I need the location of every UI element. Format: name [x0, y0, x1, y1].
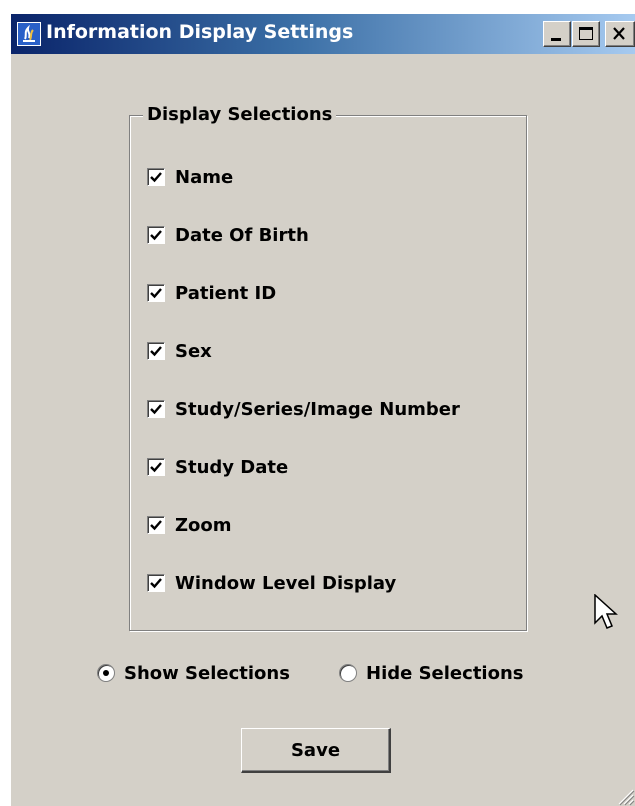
checkmark-icon [150, 462, 162, 473]
checkbox-date-of-birth[interactable]: Date Of Birth [147, 224, 309, 246]
checkbox-box[interactable] [147, 168, 165, 186]
radio-label: Show Selections [124, 662, 290, 684]
minimize-icon [551, 38, 561, 41]
minimize-button[interactable] [543, 21, 571, 47]
checkmark-icon [150, 404, 162, 415]
checkbox-label: Window Level Display [175, 572, 397, 594]
checkbox-sex[interactable]: Sex [147, 340, 212, 362]
radio-button[interactable] [97, 664, 115, 682]
checkmark-icon [150, 520, 162, 531]
checkmark-icon [150, 578, 162, 589]
radio-label: Hide Selections [366, 662, 524, 684]
java-app-icon[interactable] [17, 22, 41, 46]
save-button[interactable]: Save [241, 728, 391, 773]
radio-selected-dot [103, 670, 109, 676]
checkbox-label: Patient ID [175, 282, 277, 304]
checkbox-name[interactable]: Name [147, 166, 233, 188]
checkbox-label: Name [175, 166, 234, 188]
hide-selections-radio[interactable]: Hide Selections [339, 662, 523, 684]
checkmark-icon [150, 172, 162, 183]
window-title: Information Display Settings [46, 21, 354, 43]
settings-window: Information Display Settings Display Sel… [11, 14, 635, 806]
maximize-button[interactable] [572, 21, 600, 47]
checkbox-label: Date Of Birth [175, 224, 309, 246]
checkbox-box[interactable] [147, 226, 165, 244]
title-bar[interactable]: Information Display Settings [11, 14, 635, 54]
checkbox-label: Study/Series/Image Number [175, 398, 460, 420]
checkbox-box[interactable] [147, 284, 165, 302]
checkbox-label: Study Date [175, 456, 289, 478]
checkbox-box[interactable] [147, 516, 165, 534]
checkmark-icon [150, 230, 162, 241]
close-icon [613, 27, 625, 40]
checkmark-icon [150, 346, 162, 357]
checkbox-box[interactable] [147, 342, 165, 360]
checkbox-window-level-display[interactable]: Window Level Display [147, 572, 396, 594]
display-selections-group: Display Selections Name Date Of Birth Pa… [129, 105, 527, 631]
maximize-icon [579, 27, 593, 40]
show-selections-radio[interactable]: Show Selections [97, 662, 290, 684]
checkbox-label: Zoom [175, 514, 232, 536]
radio-button[interactable] [339, 664, 357, 682]
checkbox-box[interactable] [147, 400, 165, 418]
checkbox-box[interactable] [147, 458, 165, 476]
checkbox-box[interactable] [147, 574, 165, 592]
group-legend: Display Selections [143, 105, 337, 125]
resize-grip-icon[interactable] [613, 784, 635, 806]
checkbox-patient-id[interactable]: Patient ID [147, 282, 276, 304]
checkbox-label: Sex [175, 340, 212, 362]
checkbox-study-date[interactable]: Study Date [147, 456, 288, 478]
checkbox-study-series-image-number[interactable]: Study/Series/Image Number [147, 398, 460, 420]
checkbox-zoom[interactable]: Zoom [147, 514, 232, 536]
checkmark-icon [150, 288, 162, 299]
close-button[interactable] [605, 21, 635, 47]
mouse-pointer-icon [594, 594, 618, 629]
